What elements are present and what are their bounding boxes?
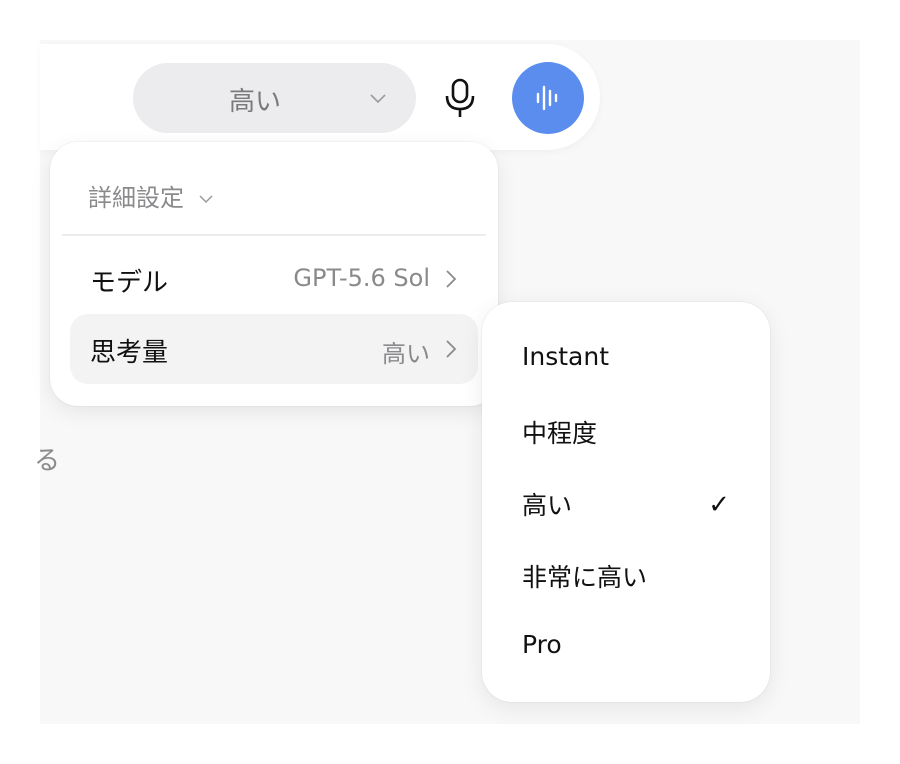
chevron-down-icon [199, 195, 213, 204]
chevron-right-icon [446, 340, 457, 358]
effort-option-label: Instant [522, 342, 610, 371]
effort-dropdown[interactable]: 高い [133, 63, 416, 133]
advanced-settings-toggle[interactable]: 詳細設定 [88, 178, 214, 213]
model-row[interactable]: モデル GPT-5.6 Sol [70, 244, 478, 314]
effort-dropdown-label: 高い [229, 87, 282, 117]
effort-option-label: 中程度 [522, 419, 598, 448]
thinking-effort-label: 思考量 [90, 338, 169, 368]
menu-divider [62, 234, 486, 236]
effort-option-label: Pro [522, 630, 562, 659]
chevron-down-icon [370, 94, 386, 104]
effort-option-label: 非常に高い [522, 563, 648, 592]
effort-option-medium[interactable]: 中程度 [502, 400, 750, 460]
model-label: モデル [90, 268, 169, 298]
effort-option-high[interactable]: 高い ✓ [502, 472, 750, 532]
thinking-effort-value: 高い [382, 340, 430, 368]
checkmark-icon: ✓ [708, 490, 730, 520]
settings-menu: 詳細設定 モデル GPT-5.6 Sol 思考量 高い [50, 142, 498, 406]
effort-option-pro[interactable]: Pro [502, 616, 750, 676]
effort-option-label: 高い [522, 491, 573, 520]
effort-submenu: Instant 中程度 高い ✓ 非常に高い Pro [482, 302, 770, 702]
effort-option-instant[interactable]: Instant [502, 328, 750, 388]
microphone-icon [445, 78, 475, 117]
background-text-fragment: る [34, 446, 61, 476]
thinking-effort-row[interactable]: 思考量 高い [70, 314, 478, 384]
effort-option-very-high[interactable]: 非常に高い [502, 544, 750, 604]
voice-waveform-icon [536, 85, 558, 111]
voice-mode-button[interactable] [512, 62, 584, 134]
model-value: GPT-5.6 Sol [293, 264, 430, 292]
chevron-right-icon [446, 270, 457, 288]
advanced-settings-label: 詳細設定 [88, 184, 184, 212]
microphone-button[interactable] [438, 76, 482, 120]
